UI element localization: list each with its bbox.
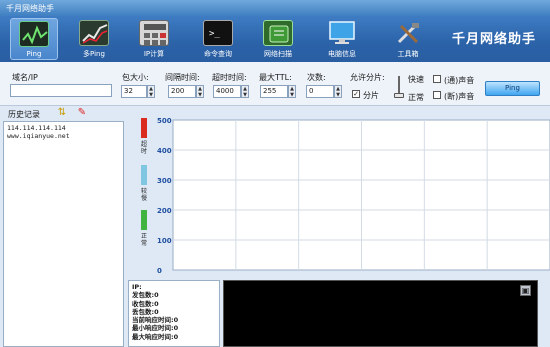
timeout-label: 超时时间: bbox=[212, 73, 247, 82]
fragment-checkbox[interactable]: ✓ bbox=[352, 90, 360, 98]
chart-y-tick-label: 400 bbox=[157, 147, 172, 155]
normal-indicator-bar bbox=[141, 210, 147, 230]
ping-button[interactable]: Ping bbox=[485, 81, 540, 96]
toolbar-pc-info-button[interactable]: 电脑信息 bbox=[318, 18, 366, 60]
speed-slider-thumb[interactable] bbox=[394, 93, 404, 98]
normal-indicator-label: 正常 bbox=[140, 233, 147, 247]
calculator-icon bbox=[139, 20, 169, 46]
pass-sound-checkbox[interactable] bbox=[433, 75, 441, 83]
monitor-icon bbox=[327, 20, 357, 46]
toolbar-network-scan-label: 网络扫描 bbox=[264, 50, 292, 58]
stat-line: 收包数:0 bbox=[132, 299, 159, 308]
stat-line: 丢包数:0 bbox=[132, 307, 159, 316]
toolbar-command-query-label: 命令查询 bbox=[204, 50, 232, 58]
ttl-label: 最大TTL: bbox=[259, 73, 292, 82]
slow-indicator-bar bbox=[141, 165, 147, 185]
ping-output-console[interactable]: ▣ bbox=[223, 280, 538, 347]
toolbar-ping-button[interactable]: Ping bbox=[10, 18, 58, 60]
ping-statistics-panel: IP: 发包数:0 收包数:0 丢包数:0 当前响应时间:0 最小响应时间:0 最大响应时间… bbox=[128, 280, 220, 347]
fail-sound-label: (断)声音 bbox=[444, 92, 475, 101]
toolbar-ip-calc-label: IP计算 bbox=[143, 50, 165, 58]
save-icon[interactable]: ▣ bbox=[520, 285, 531, 296]
toolbar-toolbox-label: 工具箱 bbox=[397, 50, 419, 58]
stat-line: 最小响应时间:0 bbox=[132, 324, 179, 333]
toolbar-multi-ping-button[interactable]: 多Ping bbox=[70, 18, 118, 60]
packet-size-value[interactable]: 32 bbox=[121, 85, 147, 98]
packet-size-stepper[interactable]: 32 ▲ ▼ bbox=[121, 85, 155, 98]
ping-chart-icon bbox=[19, 21, 49, 47]
timeout-spin-arrows[interactable]: ▲ ▼ bbox=[241, 85, 249, 98]
stat-line: 最大响应时间:0 bbox=[132, 332, 179, 341]
interval-spin-arrows[interactable]: ▲ ▼ bbox=[196, 85, 204, 98]
ttl-value[interactable]: 255 bbox=[260, 85, 288, 98]
chart-y-tick-label: 300 bbox=[157, 177, 172, 185]
packet-size-spin-arrows[interactable]: ▲ ▼ bbox=[147, 85, 155, 98]
history-sort-icon[interactable]: ⇅ bbox=[56, 107, 68, 119]
packet-size-label: 包大小: bbox=[122, 73, 149, 82]
history-clear-eraser-icon[interactable]: ✎ bbox=[76, 107, 88, 119]
interval-value[interactable]: 200 bbox=[168, 85, 196, 98]
history-label: 历史记录 bbox=[8, 110, 40, 119]
slow-indicator-label: 较慢 bbox=[140, 188, 147, 202]
toolbar-ip-calc-button[interactable]: IP计算 bbox=[130, 18, 178, 60]
response-time-chart: 500 400 300 200 100 0 bbox=[157, 117, 550, 275]
fail-sound-checkbox[interactable] bbox=[433, 91, 441, 99]
network-scan-icon bbox=[263, 20, 293, 46]
chart-y-tick-label: 100 bbox=[157, 237, 172, 245]
window-title: 千月网络助手 bbox=[6, 4, 54, 13]
toolbar-network-scan-button[interactable]: 网络扫描 bbox=[254, 18, 302, 60]
chart-y-tick-label: 500 bbox=[157, 117, 172, 125]
normal-speed-label: 正常 bbox=[408, 93, 424, 102]
pass-sound-label: (通)声音 bbox=[444, 76, 475, 85]
history-item[interactable]: 114.114.114.114 bbox=[7, 124, 120, 132]
timeout-value[interactable]: 4000 bbox=[213, 85, 241, 98]
chart-y-tick-label: 0 bbox=[157, 267, 162, 275]
count-spin-arrows[interactable]: ▲ ▼ bbox=[334, 85, 342, 98]
interval-label: 间隔时间: bbox=[165, 73, 200, 82]
toolbar-multi-ping-label: 多Ping bbox=[83, 50, 105, 58]
interval-stepper[interactable]: 200 ▲ ▼ bbox=[168, 85, 204, 98]
terminal-icon: >_ bbox=[203, 20, 233, 46]
app-brand-title: 千月网络助手 bbox=[451, 32, 536, 47]
tools-icon bbox=[393, 20, 423, 46]
toolbar-command-query-button[interactable]: >_ 命令查询 bbox=[194, 18, 242, 60]
timeout-stepper[interactable]: 4000 ▲ ▼ bbox=[213, 85, 249, 98]
window-title-bar[interactable]: 千月网络助手 bbox=[0, 0, 550, 16]
stat-line: 发包数:0 bbox=[132, 291, 159, 300]
multi-ping-icon bbox=[79, 20, 109, 46]
svg-text:>_: >_ bbox=[209, 29, 220, 39]
ttl-spin-arrows[interactable]: ▲ ▼ bbox=[288, 85, 296, 98]
allow-fragment-label: 允许分片: bbox=[350, 73, 385, 82]
count-value[interactable]: 0 bbox=[306, 85, 334, 98]
ttl-stepper[interactable]: 255 ▲ ▼ bbox=[260, 85, 296, 98]
timeout-indicator-label: 超时 bbox=[140, 141, 147, 155]
fast-speed-label: 快速 bbox=[408, 75, 424, 84]
toolbar-ping-label: Ping bbox=[26, 50, 42, 58]
timeout-indicator-bar bbox=[141, 118, 147, 138]
toolbar-toolbox-button[interactable]: 工具箱 bbox=[384, 18, 432, 60]
domain-label: 域名/IP bbox=[12, 73, 38, 82]
chart-y-tick-label: 200 bbox=[157, 207, 172, 215]
history-list[interactable]: 114.114.114.114 www.iqianyue.net bbox=[3, 121, 124, 347]
fragment-label: 分片 bbox=[363, 91, 379, 100]
domain-input[interactable] bbox=[10, 84, 112, 97]
count-label: 次数: bbox=[307, 73, 326, 82]
count-stepper[interactable]: 0 ▲ ▼ bbox=[306, 85, 342, 98]
history-item[interactable]: www.iqianyue.net bbox=[7, 132, 120, 140]
toolbar-pc-info-label: 电脑信息 bbox=[328, 50, 356, 58]
main-toolbar: Ping 多Ping IP计算 >_ 命令查询 网络扫描 电脑信息 工具箱 千月… bbox=[0, 16, 550, 62]
